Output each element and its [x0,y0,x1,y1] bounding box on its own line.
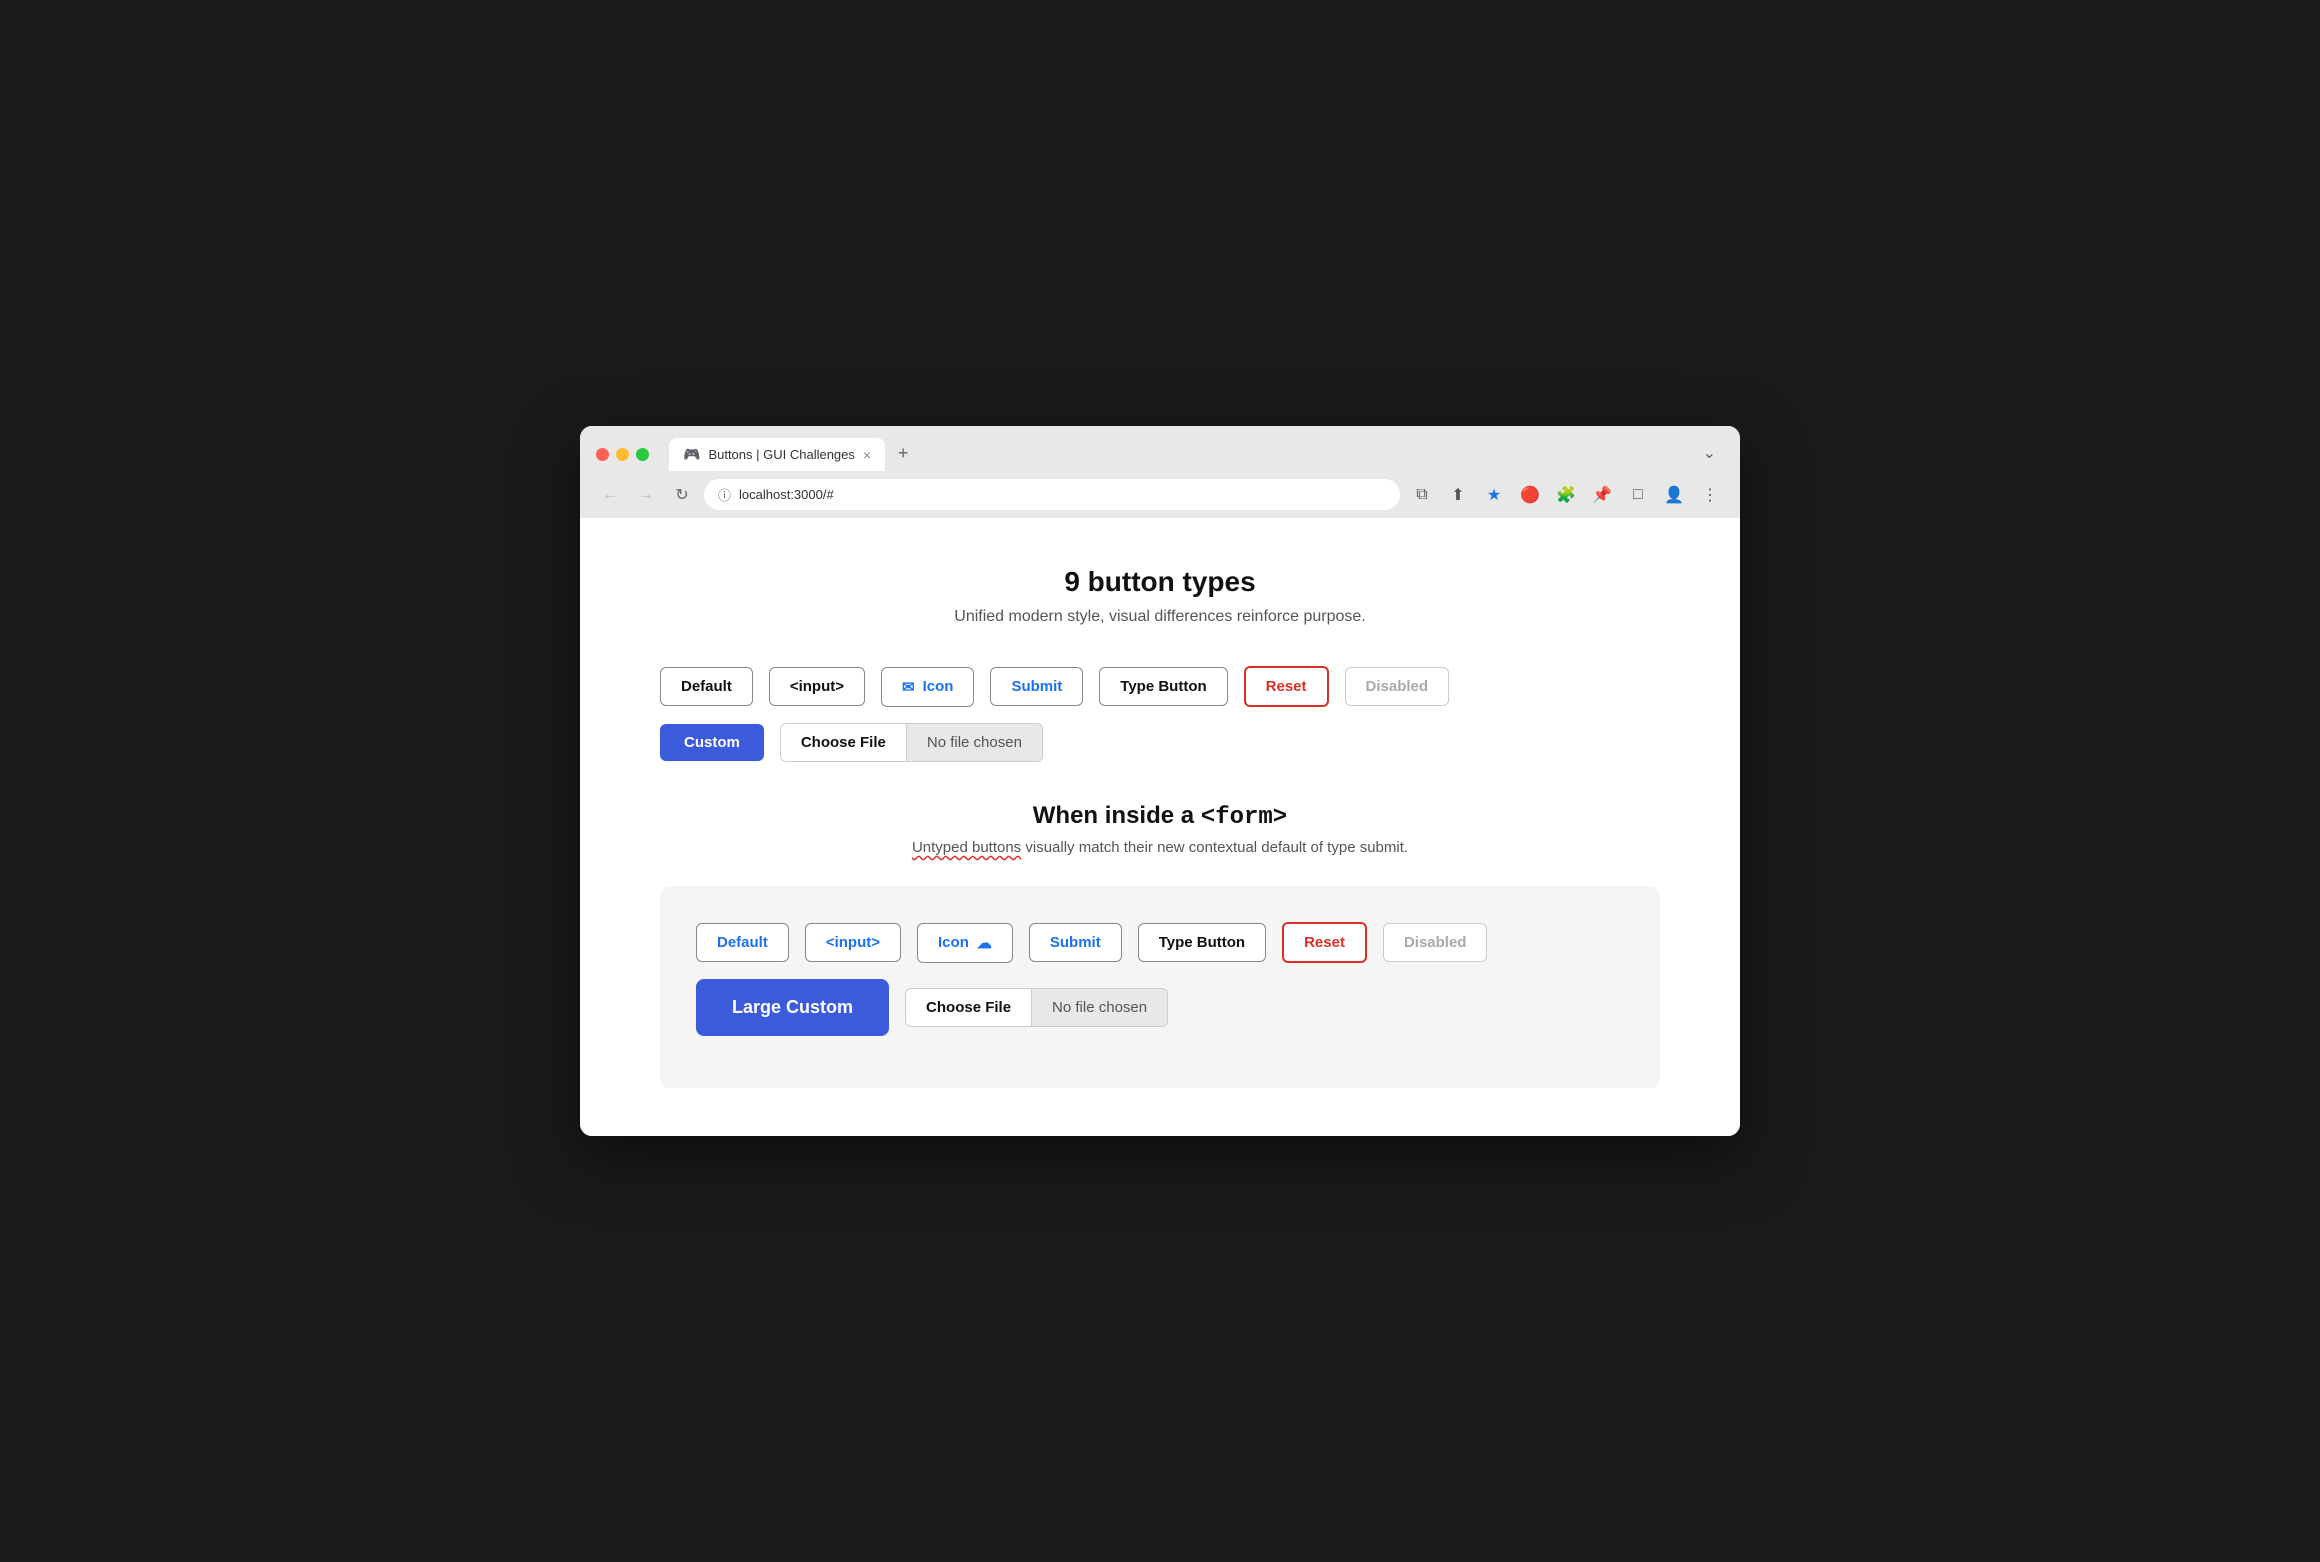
choose-file-button[interactable]: Choose File [781,724,907,761]
icon-button[interactable]: ✉ Icon [881,667,974,707]
profile-icon[interactable]: 👤 [1660,481,1688,509]
minimize-button[interactable] [616,448,629,461]
form-section-title: When inside a <form> [660,802,1660,831]
custom-button[interactable]: Custom [660,724,764,761]
share-icon[interactable]: ⬆ [1444,481,1472,509]
reset-button[interactable]: Reset [1244,666,1329,707]
form-submit-button[interactable]: Submit [1029,923,1122,962]
form-input-button[interactable]: <input> [805,923,901,962]
default-button[interactable]: Default [660,667,753,706]
new-tab-button[interactable]: + [889,439,917,467]
button-row-1: Default <input> ✉ Icon Submit Type Butto… [660,666,1660,707]
button-row-2: Custom Choose File No file chosen [660,723,1660,762]
file-input-wrapper: Choose File No file chosen [780,723,1043,762]
page-content: 9 button types Unified modern style, vis… [580,518,1740,1136]
form-type-button[interactable]: Type Button [1138,923,1266,962]
secure-icon: ⓘ [718,485,731,504]
browser-window: 🎮 Buttons | GUI Challenges × + ⌄ ← → ↻ ⓘ… [580,426,1740,1136]
untyped-buttons-text: Untyped buttons [912,839,1021,856]
form-disabled-button: Disabled [1383,923,1488,962]
tab-close-icon[interactable]: × [863,448,871,462]
toolbar-icons: ⧉ ⬆ ★ 🔴 🧩 📌 □ 👤 ⋮ [1408,481,1724,509]
tab-title: Buttons | GUI Challenges [708,447,854,462]
form-no-file-chosen-label: No file chosen [1032,989,1167,1026]
large-custom-button[interactable]: Large Custom [696,979,889,1036]
tab-favicon: 🎮 [683,446,700,463]
url-text: localhost:3000/# [739,487,834,502]
close-button[interactable] [596,448,609,461]
form-section-subtitle: Untyped buttons visually match their new… [660,839,1660,856]
mail-icon: ✉ [902,678,915,696]
cloud-icon: ☁ [977,934,992,952]
traffic-lights [596,448,649,461]
tabs-area: 🎮 Buttons | GUI Challenges × + ⌄ [669,438,1724,471]
url-bar[interactable]: ⓘ localhost:3000/# [704,479,1400,510]
maximize-button[interactable] [636,448,649,461]
forward-button[interactable]: → [632,481,660,509]
active-tab[interactable]: 🎮 Buttons | GUI Challenges × [669,438,885,471]
address-bar: ← → ↻ ⓘ localhost:3000/# ⧉ ⬆ ★ 🔴 🧩 📌 □ 👤… [580,471,1740,518]
title-bar: 🎮 Buttons | GUI Challenges × + ⌄ [580,426,1740,471]
form-button-row-1: Default <input> Icon ☁ Submit Type Butto… [696,922,1624,963]
extension-icon[interactable]: 🔴 [1516,481,1544,509]
form-button-row-2: Large Custom Choose File No file chosen [696,979,1624,1036]
input-button[interactable]: <input> [769,667,865,706]
open-link-icon[interactable]: ⧉ [1408,481,1436,509]
pin-icon[interactable]: 📌 [1588,481,1616,509]
bookmark-icon[interactable]: ★ [1480,481,1508,509]
no-file-chosen-label: No file chosen [907,724,1042,761]
page-subtitle: Unified modern style, visual differences… [660,608,1660,626]
page-title: 9 button types [660,566,1660,598]
form-section: When inside a <form> Untyped buttons vis… [660,802,1660,1088]
type-button-button[interactable]: Type Button [1099,667,1227,706]
reload-button[interactable]: ↻ [668,481,696,509]
form-reset-button[interactable]: Reset [1282,922,1367,963]
tab-menu-button[interactable]: ⌄ [1695,439,1724,467]
form-icon-button[interactable]: Icon ☁ [917,923,1013,963]
disabled-button: Disabled [1345,667,1450,706]
more-menu-icon[interactable]: ⋮ [1696,481,1724,509]
extensions-icon[interactable]: 🧩 [1552,481,1580,509]
form-default-button[interactable]: Default [696,923,789,962]
back-button[interactable]: ← [596,481,624,509]
submit-button[interactable]: Submit [990,667,1083,706]
sidebar-icon[interactable]: □ [1624,481,1652,509]
form-choose-file-button[interactable]: Choose File [906,989,1032,1026]
form-file-input-wrapper: Choose File No file chosen [905,988,1168,1027]
form-box: Default <input> Icon ☁ Submit Type Butto… [660,886,1660,1088]
